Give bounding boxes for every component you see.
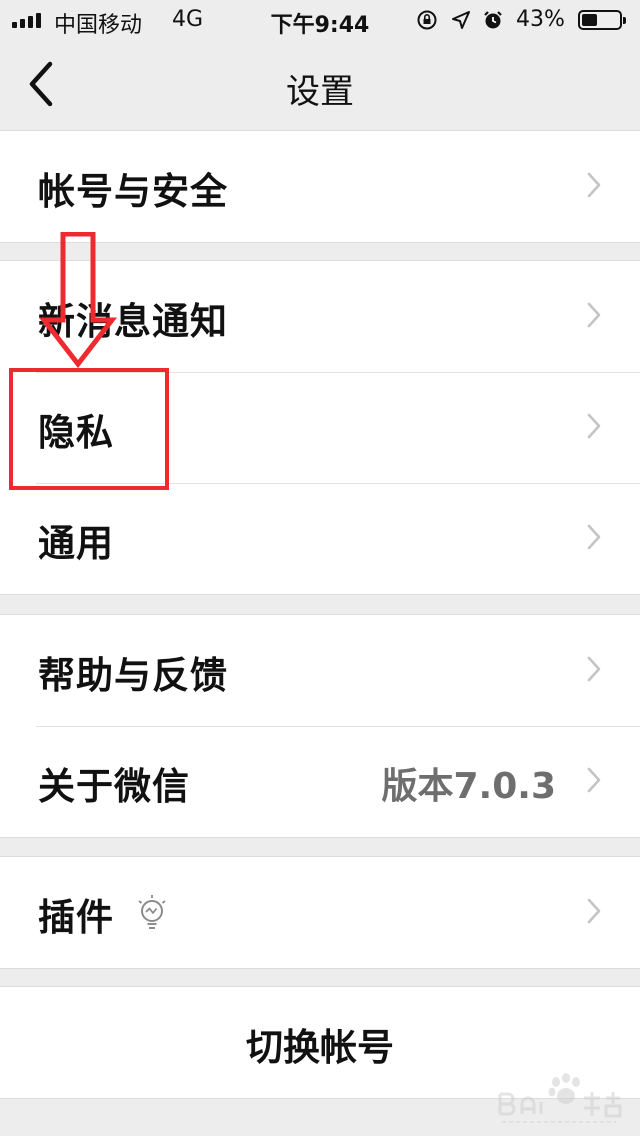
settings-group-about: 帮助与反馈 关于微信 版本7.0.3 [0,614,640,838]
location-icon [452,11,470,29]
chevron-right-icon [587,413,601,439]
battery-icon [578,10,626,30]
baidu-watermark-logo [498,1073,622,1123]
chevron-right-icon [587,656,601,682]
switch-account-label: 切换帐号 [246,1026,394,1069]
settings-group-account: 帐号与安全 [0,130,640,243]
settings-item-label: 关于微信 [38,765,190,808]
chevron-right-icon [587,172,601,198]
settings-item-about-wechat[interactable]: 关于微信 版本7.0.3 [0,726,640,837]
annotation-highlight-box [9,368,169,490]
nav-bar: 设置 [0,40,640,131]
settings-group-plugins: 插件 [0,856,640,969]
page-title: 设置 [286,72,354,112]
status-bar: 中国移动 4G 下午9:44 43% [0,0,640,40]
lightbulb-icon [138,895,166,929]
settings-item-general[interactable]: 通用 [0,483,640,594]
settings-item-help-feedback[interactable]: 帮助与反馈 [0,615,640,726]
settings-item-account-security[interactable]: 帐号与安全 [0,131,640,242]
annotation-down-arrow [38,232,118,368]
version-value: 版本7.0.3 [381,766,557,807]
chevron-right-icon [587,524,601,550]
rotation-lock-icon [417,10,437,30]
chevron-right-icon [587,767,601,793]
alarm-icon [484,11,502,29]
settings-item-plugins[interactable]: 插件 [0,857,640,968]
settings-item-label: 帮助与反馈 [38,654,228,697]
battery-percent: 43% [516,7,565,32]
settings-item-label: 通用 [38,522,114,565]
settings-item-label: 帐号与安全 [38,170,228,213]
chevron-right-icon [587,898,601,924]
chevron-right-icon [587,302,601,328]
settings-item-label: 插件 [38,896,114,939]
